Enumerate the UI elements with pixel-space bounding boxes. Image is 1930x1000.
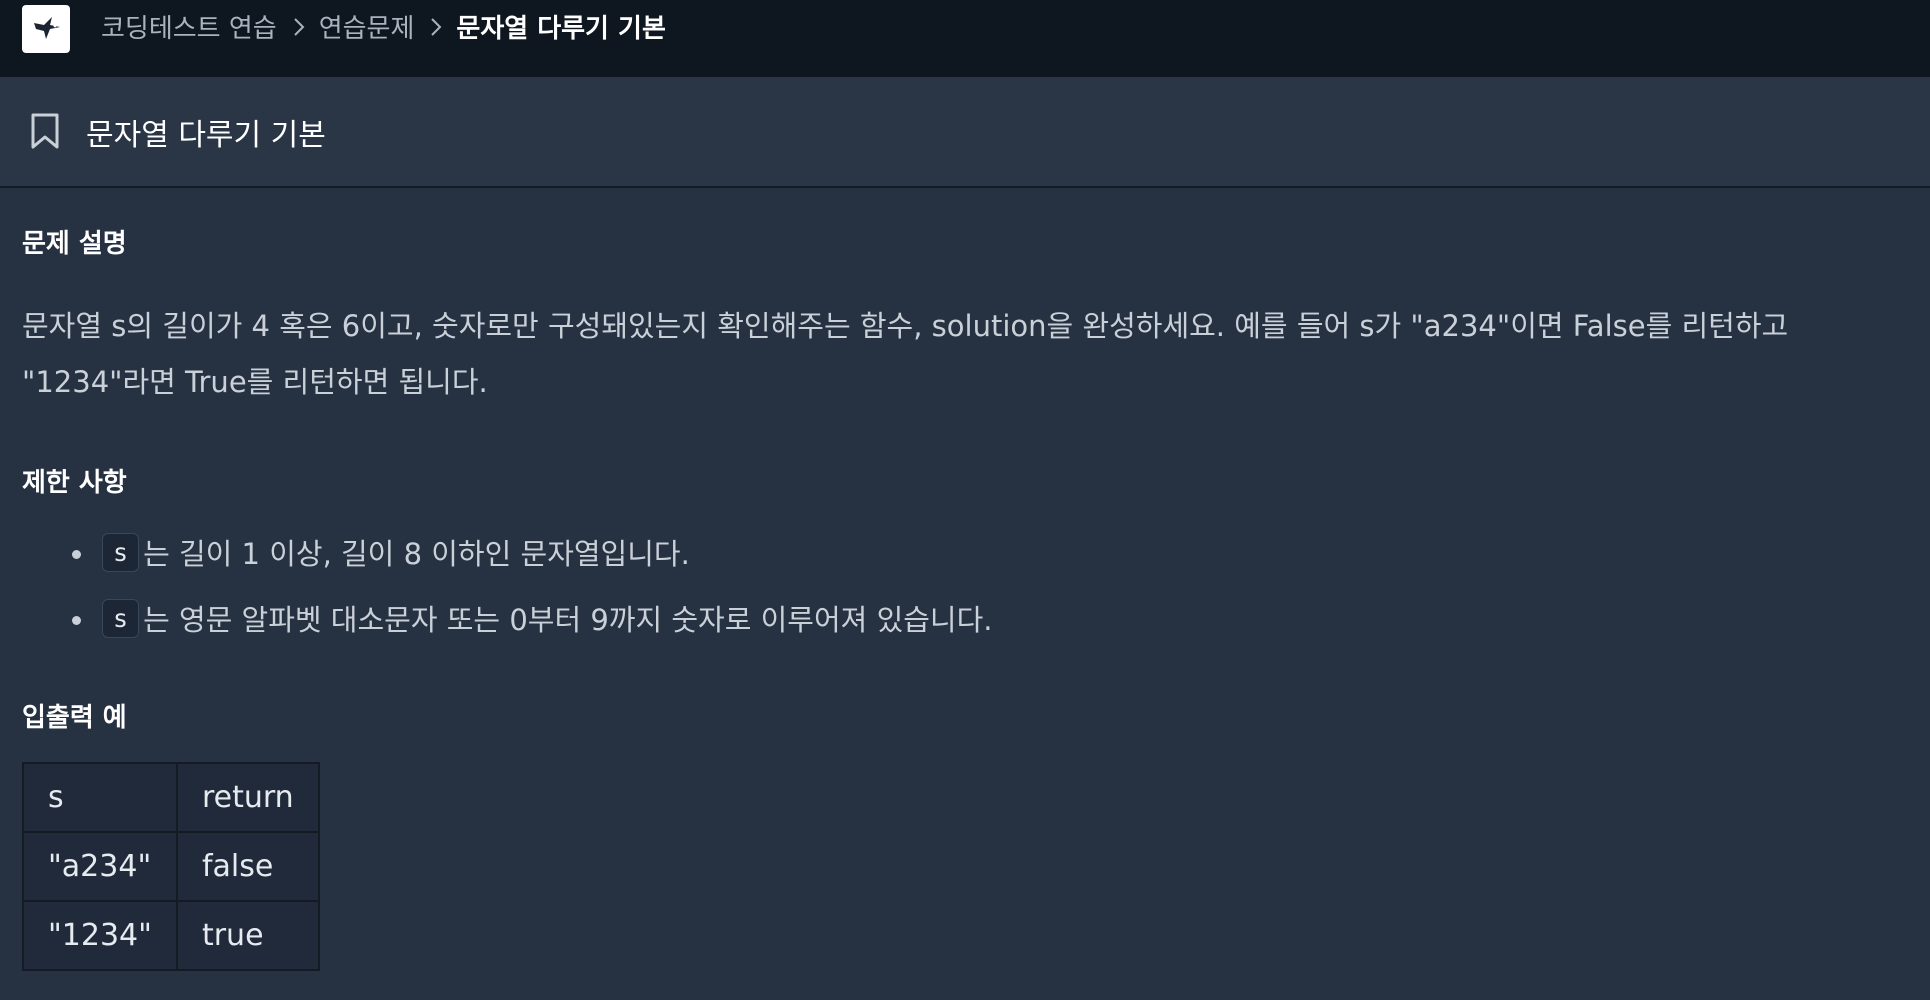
page-title: 문자열 다루기 기본 <box>86 118 326 153</box>
chevron-right-icon <box>430 17 442 37</box>
table-cell: true <box>175 900 320 971</box>
bookmark-icon[interactable] <box>30 113 60 153</box>
problem-content: 문제 설명 문자열 s의 길이가 4 혹은 6이고, 숫자로만 구성돼있는지 확… <box>0 190 1930 1000</box>
constraint-text: 는 영문 알파벳 대소문자 또는 0부터 9까지 숫자로 이루어져 있습니다. <box>143 603 993 637</box>
problem-title-bar: 문자열 다루기 기본 <box>0 77 1930 188</box>
bullet-icon <box>72 616 81 625</box>
table-cell: "a234" <box>22 831 178 902</box>
breadcrumb-item-current: 문자열 다루기 기본 <box>456 14 666 44</box>
table-cell: "1234" <box>22 900 178 971</box>
list-item: s 는 영문 알파벳 대소문자 또는 0부터 9까지 숫자로 이루어져 있습니다… <box>72 585 993 651</box>
list-item: s 는 길이 1 이상, 길이 8 이하인 문자열입니다. <box>72 519 993 585</box>
constraints-heading: 제한 사항 <box>22 468 127 498</box>
description-line: "1234"라면 True를 리턴하면 됩니다. <box>22 365 488 399</box>
table-header-row: s return <box>22 762 320 833</box>
column-header: s <box>22 762 178 833</box>
breadcrumb-item-coding-test[interactable]: 코딩테스트 연습 <box>101 8 277 45</box>
table-row: "1234" true <box>22 900 320 971</box>
inline-code: s <box>102 532 140 572</box>
constraint-text: 는 길이 1 이상, 길이 8 이하인 문자열입니다. <box>143 537 690 571</box>
problem-description-heading: 문제 설명 <box>22 229 127 259</box>
breadcrumb: 코딩테스트 연습 연습문제 문자열 다루기 기본 <box>101 8 666 45</box>
inline-code: s <box>102 598 140 638</box>
top-navigation-bar: 코딩테스트 연습 연습문제 문자열 다루기 기본 <box>0 0 1930 77</box>
hummingbird-logo-icon[interactable] <box>22 5 70 53</box>
table-cell: false <box>175 831 320 902</box>
breadcrumb-item-practice[interactable]: 연습문제 <box>319 8 415 45</box>
description-line: 문자열 s의 길이가 4 혹은 6이고, 숫자로만 구성돼있는지 확인해주는 함… <box>22 309 1789 343</box>
examples-table: s return "a234" false "1234" true <box>22 762 320 971</box>
problem-description: 문자열 s의 길이가 4 혹은 6이고, 숫자로만 구성돼있는지 확인해주는 함… <box>22 298 1922 410</box>
examples-heading: 입출력 예 <box>22 703 127 733</box>
column-header: return <box>175 762 320 833</box>
bullet-icon <box>72 550 81 559</box>
constraints-list: s 는 길이 1 이상, 길이 8 이하인 문자열입니다. s 는 영문 알파벳… <box>72 519 993 651</box>
table-row: "a234" false <box>22 831 320 902</box>
chevron-right-icon <box>293 17 305 37</box>
